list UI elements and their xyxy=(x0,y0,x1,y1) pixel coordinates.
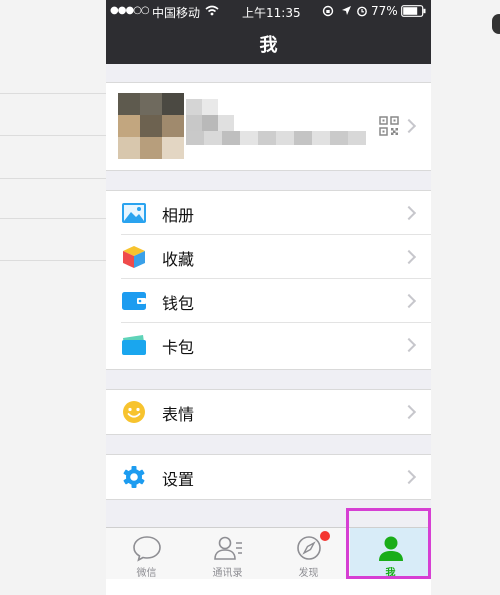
window-edge-control xyxy=(492,14,500,34)
clock: 上午11:35 xyxy=(242,6,301,20)
wifi-icon xyxy=(205,5,219,16)
menu-group-1: 相册 收藏 钱包 卡包 xyxy=(106,190,431,370)
menu-group-3: 设置 xyxy=(106,454,431,500)
chat-bubble-icon xyxy=(133,536,161,562)
chevron-right-icon xyxy=(401,118,417,134)
gear-icon xyxy=(123,466,145,488)
battery-percent: 77% xyxy=(371,4,398,18)
contacts-icon xyxy=(214,536,242,560)
tab-contacts[interactable]: 通讯录 xyxy=(187,528,268,580)
battery-icon xyxy=(401,5,426,17)
location-arrow-icon xyxy=(342,6,351,15)
bottom-margin xyxy=(106,579,431,595)
tab-discover[interactable]: 发现 xyxy=(268,528,349,580)
menu-item-label: 收藏 xyxy=(162,250,195,269)
menu-item-label: 钱包 xyxy=(162,294,195,313)
menu-item-label: 表情 xyxy=(162,405,195,424)
nav-bar: 我 xyxy=(106,22,431,64)
rotation-lock-icon xyxy=(322,5,334,17)
page-title: 我 xyxy=(259,35,278,56)
carrier-label: 中国移动 xyxy=(152,6,201,20)
background-page-right xyxy=(431,0,500,595)
wallet-icon xyxy=(122,292,146,310)
status-bar: ●●●○○ 中国移动 上午11:35 77% xyxy=(106,0,431,22)
chevron-right-icon xyxy=(401,293,417,309)
menu-item-album[interactable]: 相册 xyxy=(106,191,431,235)
avatar[interactable] xyxy=(118,93,184,159)
chevron-right-icon xyxy=(401,469,417,485)
background-page-left xyxy=(0,0,107,595)
annotation-highlight-box xyxy=(346,508,431,579)
signal-strength: ●●●○○ xyxy=(110,5,150,16)
tab-label: 通讯录 xyxy=(212,568,243,579)
menu-group-2: 表情 xyxy=(106,389,431,435)
alarm-clock-icon xyxy=(357,6,367,17)
chevron-right-icon xyxy=(401,249,417,265)
menu-item-wallet[interactable]: 钱包 xyxy=(106,279,431,323)
menu-item-stickers[interactable]: 表情 xyxy=(106,390,431,434)
chevron-right-icon xyxy=(401,404,417,420)
profile-card[interactable] xyxy=(106,82,431,171)
favorites-cube-icon xyxy=(123,246,145,268)
menu-item-favorites[interactable]: 收藏 xyxy=(106,235,431,279)
photo-album-icon xyxy=(122,203,146,223)
smiley-icon xyxy=(123,401,145,423)
tab-label: 微信 xyxy=(136,568,157,579)
card-pack-icon xyxy=(122,335,146,355)
menu-item-settings[interactable]: 设置 xyxy=(106,455,431,499)
menu-item-label: 相册 xyxy=(162,206,195,225)
phone-screen: ●●●○○ 中国移动 上午11:35 77% 我 相册 收藏 钱包 卡包 表情 … xyxy=(106,0,431,595)
tab-label: 发现 xyxy=(298,568,319,579)
notification-badge xyxy=(320,531,330,541)
tab-chats[interactable]: 微信 xyxy=(106,528,187,580)
menu-item-label: 卡包 xyxy=(162,338,195,357)
qr-code-icon[interactable] xyxy=(379,116,399,136)
menu-item-label: 设置 xyxy=(162,470,195,489)
chevron-right-icon xyxy=(401,337,417,353)
menu-item-card-pack[interactable]: 卡包 xyxy=(106,323,431,367)
chevron-right-icon xyxy=(401,205,417,221)
